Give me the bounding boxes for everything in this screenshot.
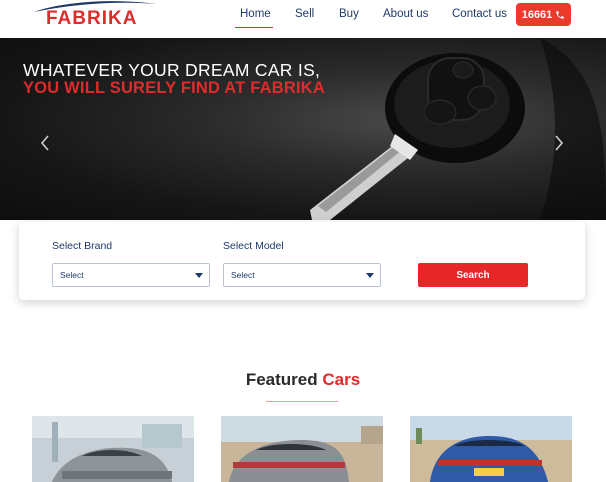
nav-about-us[interactable]: About us	[383, 8, 428, 20]
nav-sell[interactable]: Sell	[295, 8, 314, 20]
hero-banner: WHATEVER YOUR DREAM CAR IS, YOU WILL SUR…	[0, 38, 606, 220]
brand-field-label: Select Brand	[52, 240, 113, 252]
car-search-panel: Select Brand Select Select Model Select …	[19, 222, 585, 300]
phone-button[interactable]: 16661	[516, 3, 571, 26]
logo-text: FABRIKA	[46, 8, 138, 29]
featured-cars-heading: Featured Cars	[0, 370, 606, 390]
site-header: FABRIKA Home Sell Buy About us Contact u…	[0, 0, 606, 38]
chevron-left-icon	[40, 135, 49, 151]
featured-car-card-3[interactable]	[410, 416, 572, 482]
brand-select-value: Select	[60, 270, 84, 280]
active-nav-underline	[235, 27, 273, 28]
phone-number: 16661	[521, 8, 553, 21]
search-button[interactable]: Search	[418, 263, 528, 287]
featured-title-part1: Featured	[245, 370, 318, 389]
caret-down-icon	[366, 273, 374, 278]
nav-contact-us[interactable]: Contact us	[452, 8, 507, 20]
caret-down-icon	[195, 273, 203, 278]
hero-headline-line2: YOU WILL SURELY FIND AT FABRIKA	[23, 79, 325, 97]
featured-car-card-2[interactable]	[221, 416, 383, 482]
hero-headline-line1: WHATEVER YOUR DREAM CAR IS,	[23, 60, 321, 80]
car-photo-grey-sedan-rear	[221, 416, 383, 482]
nav-buy[interactable]: Buy	[339, 8, 359, 20]
featured-car-card-1[interactable]	[32, 416, 194, 482]
model-select-value: Select	[231, 270, 255, 280]
fabrika-logo[interactable]: FABRIKA	[32, 0, 162, 34]
carousel-next-button[interactable]	[552, 134, 566, 152]
car-photo-blue-suv-rear	[410, 416, 572, 482]
featured-divider	[266, 401, 338, 402]
car-photo-silver-sedan-showroom	[32, 416, 194, 482]
carousel-prev-button[interactable]	[38, 134, 52, 152]
nav-home[interactable]: Home	[240, 8, 271, 20]
featured-title-part2: Cars	[322, 370, 361, 389]
chevron-right-icon	[555, 135, 564, 151]
phone-icon	[556, 10, 565, 19]
model-field-label: Select Model	[223, 240, 284, 252]
model-select[interactable]: Select	[223, 263, 381, 287]
brand-select[interactable]: Select	[52, 263, 210, 287]
